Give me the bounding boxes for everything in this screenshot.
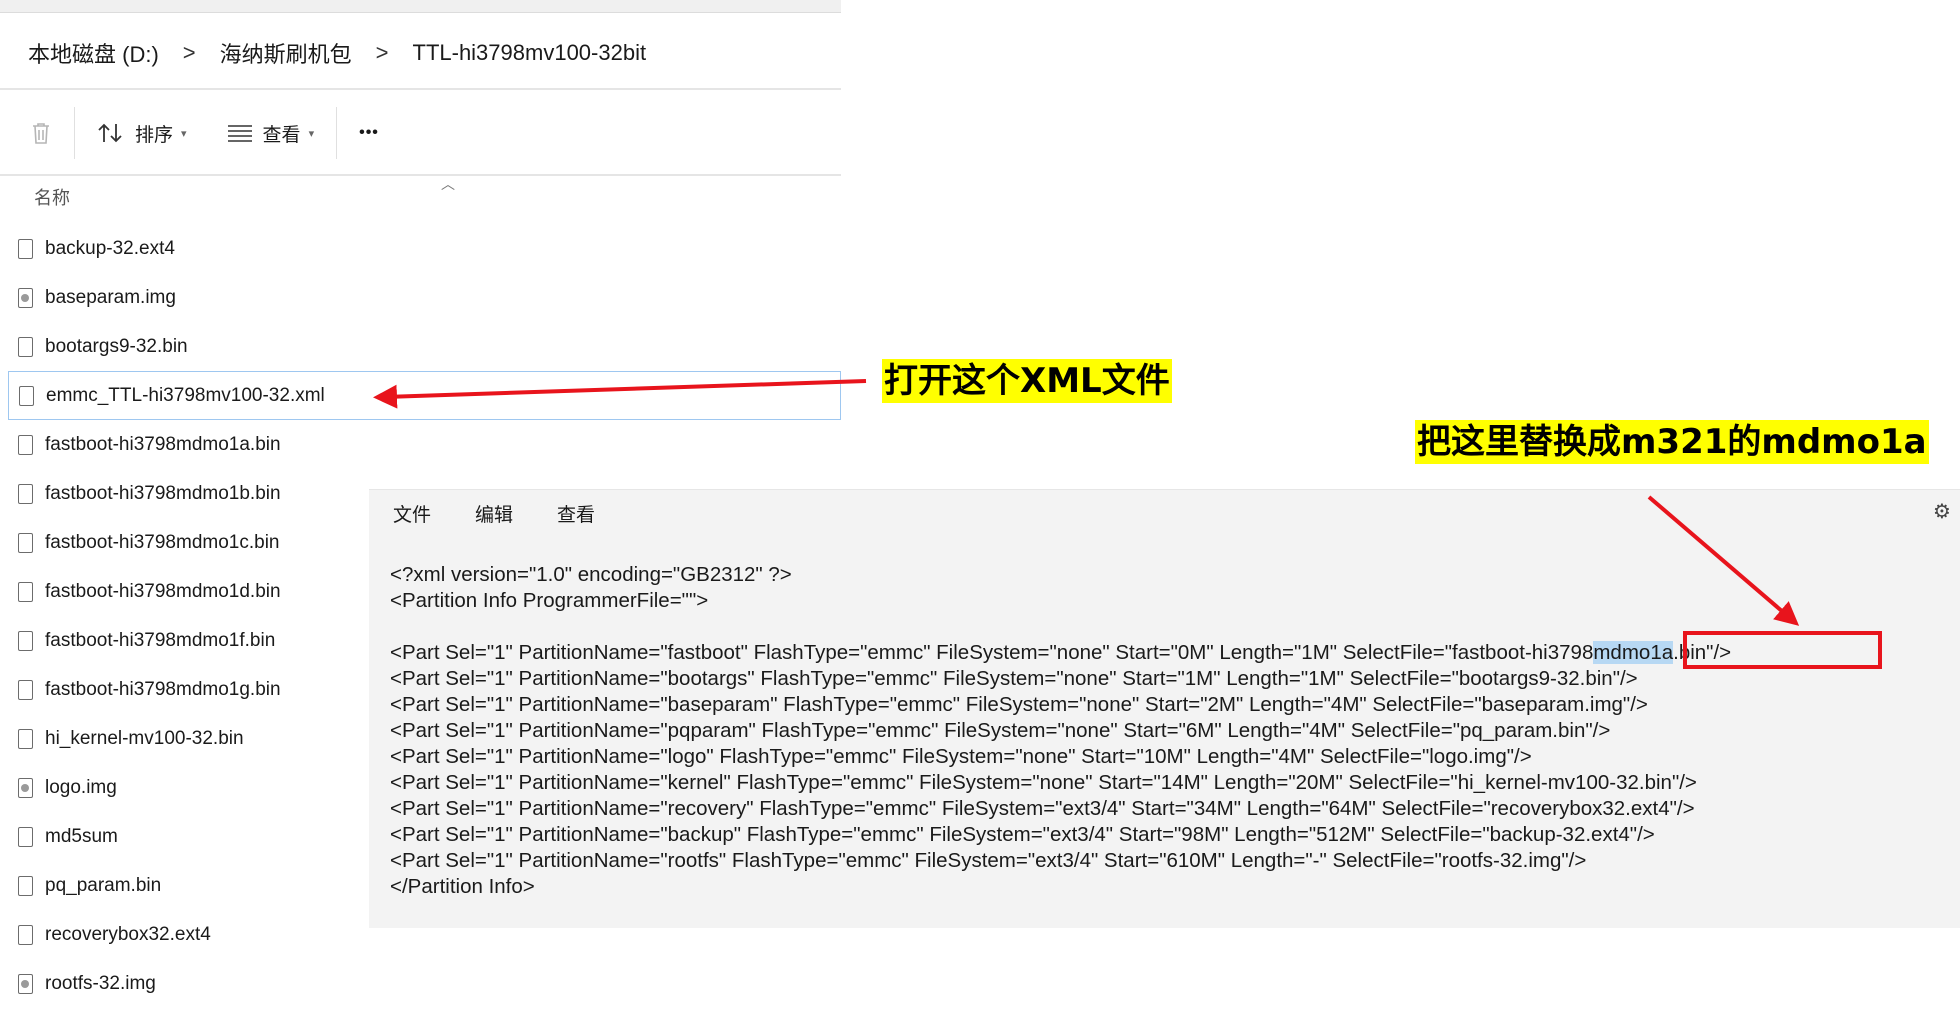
toolbar-divider xyxy=(336,107,338,159)
window-top-strip xyxy=(0,0,841,13)
image-file-icon xyxy=(18,287,33,308)
chevron-right-icon: > xyxy=(182,40,196,65)
file-name: baseparam.img xyxy=(45,286,176,308)
sort-icon xyxy=(98,123,122,143)
divider xyxy=(0,88,841,90)
breadcrumb-current-folder[interactable]: TTL-hi3798mv100-32bit xyxy=(405,40,655,66)
image-file-icon xyxy=(18,973,33,994)
file-icon xyxy=(19,385,34,406)
file-name: fastboot-hi3798mdmo1c.bin xyxy=(45,531,280,553)
file-name: fastboot-hi3798mdmo1b.bin xyxy=(45,482,281,504)
file-name: fastboot-hi3798mdmo1a.bin xyxy=(45,433,281,455)
code-line-fastboot: <Part Sel="1" PartitionName="fastboot" F… xyxy=(390,640,1731,666)
file-icon xyxy=(18,728,33,749)
file-icon xyxy=(18,238,33,259)
file-name: emmc_TTL-hi3798mv100-32.xml xyxy=(46,384,325,406)
editor-text-area[interactable]: <?xml version="1.0" encoding="GB2312" ?>… xyxy=(390,562,1731,900)
view-list-icon xyxy=(227,125,252,142)
code-line: <Part Sel="1" PartitionName="bootargs" F… xyxy=(390,667,1638,690)
sort-button[interactable]: 排序 ▾ xyxy=(89,111,195,155)
code-line: <Part Sel="1" PartitionName="pqparam" Fl… xyxy=(390,719,1611,742)
chevron-down-icon: ▾ xyxy=(181,127,187,140)
code-line: <Part Sel="1" PartitionName="backup" Fla… xyxy=(390,823,1655,846)
image-file-icon xyxy=(18,777,33,798)
code-line: <Part Sel="1" PartitionName="recovery" F… xyxy=(390,797,1695,820)
settings-gear-icon[interactable]: ⚙ xyxy=(1930,500,1954,524)
toolbar-divider xyxy=(74,107,75,159)
menu-file[interactable]: 文件 xyxy=(373,500,451,527)
code-line: <?xml version="1.0" encoding="GB2312" ?> xyxy=(390,563,792,586)
chevron-down-icon: ▾ xyxy=(308,127,315,140)
file-row[interactable]: fastboot-hi3798mdmo1a.bin xyxy=(0,420,841,469)
menu-bar: 文件 编辑 查看 xyxy=(369,490,1960,536)
code-line: <Part Sel="1" PartitionName="rootfs" Fla… xyxy=(390,849,1587,872)
code-text: <Part Sel="1" PartitionName="fastboot" F… xyxy=(390,641,1594,664)
code-line: ​ xyxy=(390,614,1731,640)
divider xyxy=(0,174,841,176)
file-icon xyxy=(18,630,33,651)
file-name: hi_kernel-mv100-32.bin xyxy=(45,727,244,749)
file-icon xyxy=(18,826,33,847)
file-row[interactable]: rootfs-32.img xyxy=(0,959,841,1008)
menu-edit[interactable]: 编辑 xyxy=(455,500,533,527)
file-name: pq_param.bin xyxy=(45,874,162,896)
file-icon xyxy=(18,532,33,553)
file-row[interactable]: baseparam.img xyxy=(0,273,841,322)
file-icon xyxy=(18,924,33,945)
view-label: 查看 xyxy=(262,124,301,146)
file-name: bootargs9-32.bin xyxy=(45,335,188,357)
file-name: backup-32.ext4 xyxy=(45,237,175,259)
file-icon xyxy=(18,434,33,455)
code-line: <Part Sel="1" PartitionName="logo" Flash… xyxy=(390,745,1532,768)
file-row[interactable]: backup-32.ext4 xyxy=(0,224,841,273)
sort-ascending-icon: ︿ xyxy=(441,176,455,192)
more-icon: ••• xyxy=(359,124,379,141)
sort-label: 排序 xyxy=(135,124,174,146)
code-line: <Part Sel="1" PartitionName="kernel" Fla… xyxy=(390,771,1697,794)
annotation-open-xml: 打开这个XML文件 xyxy=(882,359,1172,403)
menu-view[interactable]: 查看 xyxy=(537,500,615,527)
selected-text: mdmo1a xyxy=(1593,641,1674,664)
file-name: logo.img xyxy=(45,776,117,798)
file-icon xyxy=(18,679,33,700)
file-row[interactable]: bootargs9-32.bin xyxy=(0,322,841,371)
code-line: <Partition Info ProgrammerFile=""> xyxy=(390,589,709,612)
code-text: .bin"/> xyxy=(1673,641,1732,664)
file-icon xyxy=(18,875,33,896)
code-line: <Part Sel="1" PartitionName="baseparam" … xyxy=(390,693,1648,716)
file-icon xyxy=(18,336,33,357)
more-options-button[interactable]: ••• xyxy=(351,111,387,155)
file-name: fastboot-hi3798mdmo1f.bin xyxy=(45,629,276,651)
file-name: recoverybox32.ext4 xyxy=(45,923,211,945)
breadcrumb-drive[interactable]: 本地磁盘 (D:) xyxy=(20,37,167,69)
chevron-right-icon: > xyxy=(375,40,389,65)
file-name: md5sum xyxy=(45,825,118,847)
trash-icon xyxy=(33,123,49,144)
toolbar: 排序 ▾ 查看 ▾ ••• xyxy=(0,100,841,166)
file-name: rootfs-32.img xyxy=(45,972,156,994)
file-row[interactable]: emmc_TTL-hi3798mv100-32.xml xyxy=(8,371,841,420)
view-button[interactable]: 查看 ▾ xyxy=(219,111,323,155)
file-icon xyxy=(18,581,33,602)
breadcrumb-folder[interactable]: 海纳斯刷机包 xyxy=(212,37,360,69)
delete-button[interactable] xyxy=(22,111,60,155)
column-header-name[interactable]: 名称 xyxy=(34,184,70,210)
code-line: </Partition Info> xyxy=(390,875,535,898)
file-name: fastboot-hi3798mdmo1d.bin xyxy=(45,580,281,602)
file-icon xyxy=(18,483,33,504)
text-editor: 文件 编辑 查看 ⚙ <?xml version="1.0" encoding=… xyxy=(369,489,1960,928)
annotation-replace: 把这里替换成m321的mdmo1a xyxy=(1415,420,1929,464)
breadcrumb: 本地磁盘 (D:) > 海纳斯刷机包 > TTL-hi3798mv100-32b… xyxy=(0,20,841,86)
file-name: fastboot-hi3798mdmo1g.bin xyxy=(45,678,281,700)
